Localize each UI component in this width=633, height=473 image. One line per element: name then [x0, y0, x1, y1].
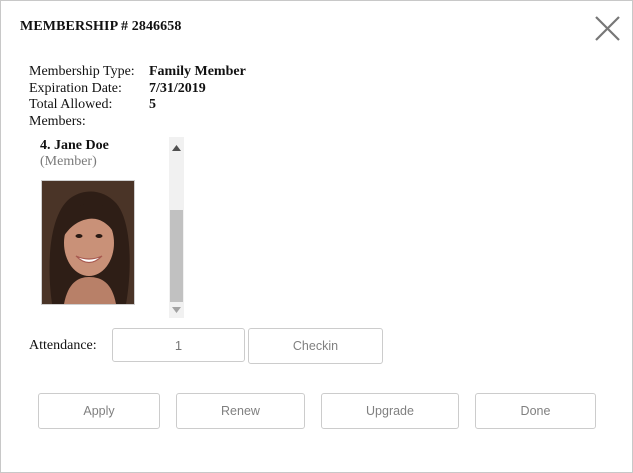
membership-dialog: MEMBERSHIP # 2846658 Membership Type: Fa… [0, 0, 633, 473]
arrow-down-icon [172, 306, 181, 313]
close-button[interactable] [591, 12, 624, 45]
total-allowed-label: Total Allowed: [29, 97, 113, 112]
members-scrollbar[interactable] [169, 137, 184, 318]
member-role: (Member) [40, 154, 97, 169]
checkin-button[interactable]: Checkin [248, 328, 383, 364]
membership-type-label: Membership Type: [29, 64, 135, 79]
attendance-input[interactable] [112, 328, 245, 362]
close-icon [595, 16, 620, 41]
scroll-thumb[interactable] [170, 210, 183, 302]
scroll-up-button[interactable] [169, 139, 184, 156]
scroll-down-button[interactable] [169, 301, 184, 318]
member-name: 4. Jane Doe [40, 138, 109, 153]
arrow-up-icon [172, 144, 181, 151]
upgrade-button[interactable]: Upgrade [321, 393, 459, 429]
membership-type-value: Family Member [149, 64, 246, 79]
attendance-label: Attendance: [29, 338, 97, 353]
expiration-date-label: Expiration Date: [29, 80, 122, 96]
total-allowed-value: 5 [149, 97, 156, 112]
member-photo[interactable] [41, 180, 135, 305]
renew-button[interactable]: Renew [176, 393, 305, 429]
membership-info: Membership Type: Family Member Expiratio… [29, 64, 246, 130]
done-button[interactable]: Done [475, 393, 596, 429]
dialog-title: MEMBERSHIP # 2846658 [20, 19, 182, 34]
members-list[interactable]: 4. Jane Doe (Member) [29, 137, 184, 318]
expiration-date-value: 7/31/2019 [149, 80, 206, 96]
members-label: Members: [29, 113, 86, 129]
portrait-image [42, 181, 134, 304]
apply-button[interactable]: Apply [38, 393, 160, 429]
